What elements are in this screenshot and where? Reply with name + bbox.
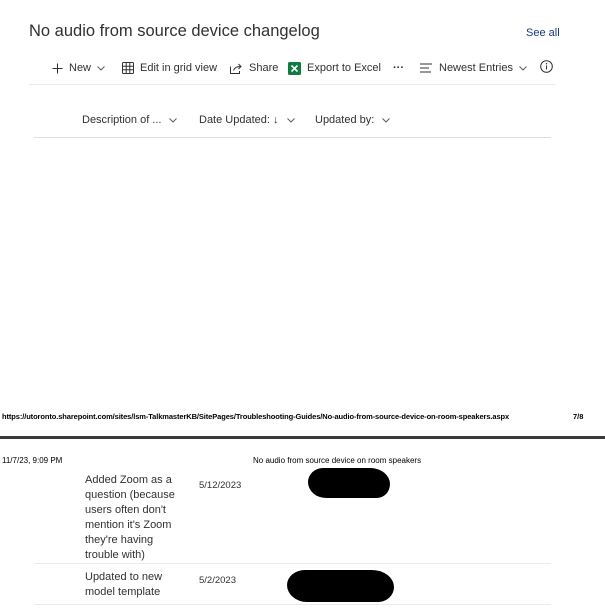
edit-grid-view-button[interactable]: Edit in grid view bbox=[122, 58, 217, 78]
plus-icon bbox=[52, 63, 63, 74]
edit-grid-view-label: Edit in grid view bbox=[140, 62, 218, 74]
column-header-divider bbox=[34, 137, 551, 138]
column-header-date-updated-label: Date Updated: ↓ bbox=[199, 114, 279, 126]
redacted-updated-by bbox=[287, 570, 394, 602]
share-button[interactable]: Share bbox=[230, 58, 278, 78]
grid-icon bbox=[122, 62, 134, 74]
export-to-excel-button[interactable]: Export to Excel bbox=[288, 58, 381, 78]
export-to-excel-label: Export to Excel bbox=[307, 62, 381, 74]
excel-icon bbox=[288, 61, 301, 75]
column-header-updated-by[interactable]: Updated by: bbox=[315, 112, 391, 128]
print-header-title: No audio from source device on room spea… bbox=[253, 456, 422, 465]
view-selector[interactable]: Newest Entries bbox=[420, 58, 527, 78]
row-divider bbox=[34, 604, 551, 605]
column-header-date-updated[interactable]: Date Updated: ↓ bbox=[199, 112, 295, 128]
row-description: Added Zoom as a question (because users … bbox=[85, 474, 175, 561]
print-footer-url: https://utoronto.sharepoint.com/sites/ls… bbox=[2, 412, 510, 421]
share-icon bbox=[230, 63, 243, 74]
more-options-button[interactable]: ··· bbox=[393, 58, 404, 78]
column-header-description[interactable]: Description of ... bbox=[82, 112, 178, 128]
share-label: Share bbox=[249, 62, 279, 74]
toolbar-divider bbox=[29, 84, 556, 85]
chevron-down-icon bbox=[169, 117, 178, 123]
column-header-updated-by-label: Updated by: bbox=[315, 114, 375, 126]
row-date: 5/2/2023 bbox=[199, 575, 236, 586]
list-view-icon bbox=[420, 63, 433, 73]
info-button[interactable] bbox=[540, 58, 553, 78]
page-break bbox=[0, 436, 605, 439]
chevron-down-icon bbox=[97, 65, 105, 71]
new-button[interactable]: New bbox=[52, 58, 105, 78]
chevron-down-icon bbox=[286, 117, 295, 123]
see-all-link[interactable]: See all bbox=[526, 27, 560, 39]
row-divider bbox=[34, 563, 551, 564]
row-date: 5/12/2023 bbox=[199, 480, 242, 491]
chevron-down-icon bbox=[382, 117, 391, 123]
redacted-updated-by bbox=[308, 468, 390, 498]
column-header-description-label: Description of ... bbox=[82, 114, 162, 126]
print-page-number: 7/8 bbox=[573, 412, 584, 421]
list-title: No audio from source device changelog bbox=[29, 22, 320, 40]
chevron-down-icon bbox=[519, 65, 527, 71]
row-description: Updated to new model template bbox=[85, 571, 163, 598]
print-header-datetime: 11/7/23, 9:09 PM bbox=[2, 456, 63, 465]
new-label: New bbox=[69, 62, 92, 74]
info-icon bbox=[540, 60, 553, 76]
view-selector-label: Newest Entries bbox=[439, 62, 513, 74]
more-icon: ··· bbox=[393, 62, 404, 74]
